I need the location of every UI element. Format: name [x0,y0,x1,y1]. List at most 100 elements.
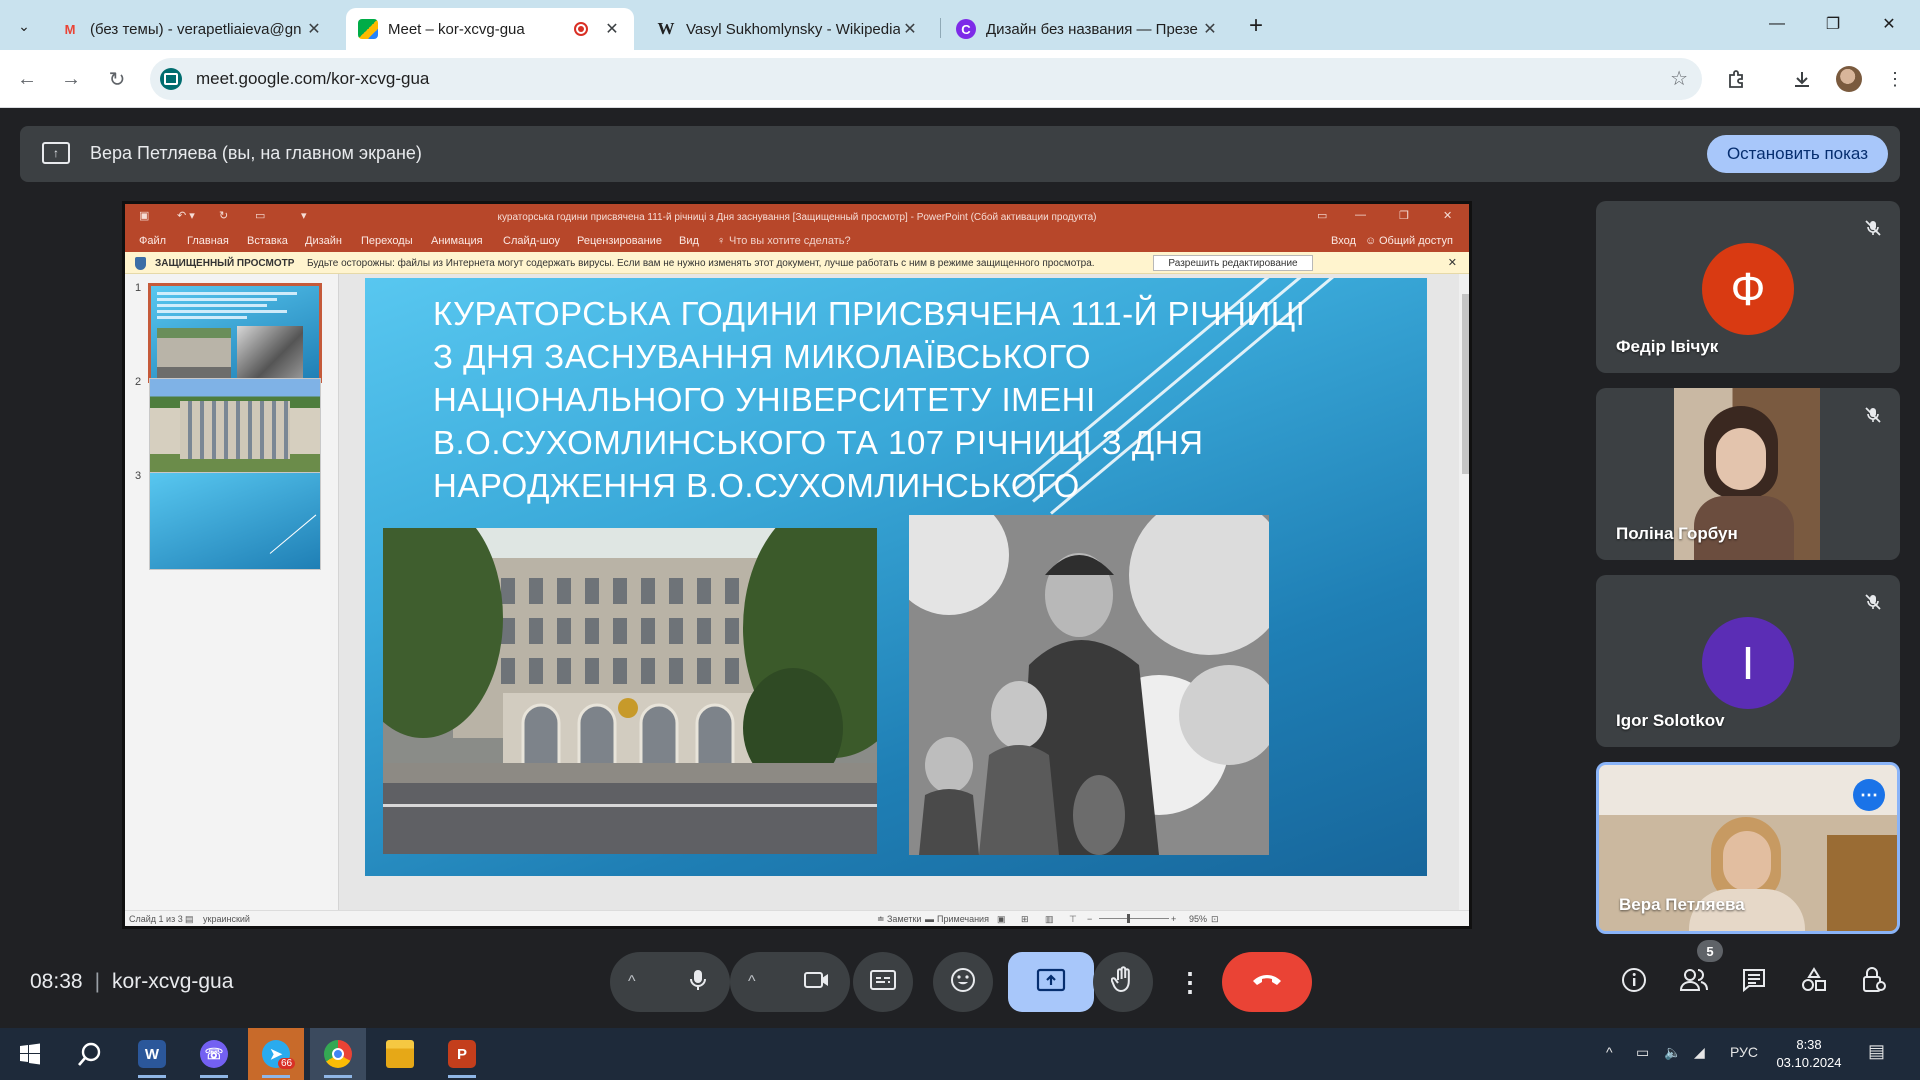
input-language[interactable]: РУС [1730,1044,1758,1060]
show-hidden-icons-chevron-icon[interactable]: ^ [1606,1044,1613,1060]
reactions-button[interactable] [933,952,993,1012]
battery-icon[interactable]: ▭ [1636,1044,1649,1061]
folder-icon [386,1040,414,1068]
ppt-window-title: кураторська години присвячена 111-й річн… [497,212,1097,223]
info-separator: | [94,970,101,993]
present-now-button[interactable] [1008,952,1094,1012]
ppt-title-bar: ▣ ↶ ▾ ↻ ▭ ▾ кураторська години присвячен… [125,204,1469,230]
notifications-icon[interactable]: ▤ [1868,1041,1885,1062]
thumb-title-lines [157,292,297,322]
taskbar-date: 03.10.2024 [1776,1055,1842,1070]
zoom-slider-thumb [1127,914,1130,923]
spellcheck-icon: ▤ [185,914,194,924]
downloads-icon[interactable] [1787,64,1817,94]
zoom-level: 95% [1189,914,1208,924]
present-screen-icon [1036,968,1066,997]
tab-meet[interactable]: Meet – kor-xcvg-gua ✕ [346,8,634,50]
wifi-icon[interactable]: ◢ [1694,1044,1705,1061]
chat-button[interactable] [1732,960,1776,1004]
site-info-icon[interactable] [160,68,182,90]
taskbar-clock[interactable]: 8:38 03.10.2024 [1774,1036,1844,1072]
url-text[interactable]: meet.google.com/kor-xcvg-gua [196,69,429,89]
share-link: Общий доступ [1379,235,1453,247]
slide-title: Кураторська години присвячена 111-й річн… [433,295,1306,504]
people-button[interactable] [1672,960,1716,1004]
search-button[interactable] [62,1028,118,1080]
profile-avatar[interactable] [1836,66,1862,92]
activities-button[interactable] [1792,960,1836,1004]
thumb-line [269,514,317,554]
viber-icon: ☏ [200,1040,228,1068]
camera-icon[interactable] [804,970,830,995]
taskbar-powerpoint[interactable]: P [434,1028,490,1080]
share-person-icon: ☺ [1365,235,1377,247]
captions-button[interactable] [853,952,913,1012]
browser-tab-strip: ⌄ M (без темы) - verapetliaieva@gn ✕ Mee… [0,0,1920,50]
taskbar-chrome[interactable] [310,1028,366,1080]
minimize-icon[interactable]: — [1754,8,1800,40]
extensions-icon[interactable] [1722,64,1752,94]
audio-options-caret-icon[interactable]: ^ [628,973,636,991]
taskbar-telegram[interactable]: ➤ 66 [248,1028,304,1080]
gmail-icon: M [64,21,76,37]
more-options-button[interactable]: ⋮ [1172,952,1208,1012]
vertical-dots-icon: ⋮ [1177,966,1203,997]
forward-arrow-icon[interactable]: → [56,64,86,94]
close-tab-icon[interactable]: ✕ [1200,19,1220,39]
reload-icon[interactable]: ↻ [102,64,132,94]
windows-logo-icon [20,1043,40,1065]
close-tab-icon[interactable]: ✕ [602,19,622,39]
sign-in-link: Вход [1331,235,1356,247]
stop-presenting-button[interactable]: Остановить показ [1706,135,1888,173]
camera-control[interactable]: ^ [730,952,850,1012]
zoom-slider [1099,918,1169,919]
taskbar-explorer[interactable] [372,1028,428,1080]
participant-tile[interactable]: I Igor Solotkov [1596,575,1900,747]
participant-tile-self[interactable]: ⋯ Вера Петляева [1596,762,1900,934]
activities-shapes-icon [1801,966,1827,998]
leave-call-button[interactable] [1222,952,1312,1012]
ribbon-tab: Файл [139,235,167,247]
taskbar-viber[interactable]: ☏ [186,1028,242,1080]
back-arrow-icon[interactable]: ← [12,64,42,94]
raise-hand-button[interactable] [1093,952,1153,1012]
bookmark-star-icon[interactable]: ☆ [1670,66,1688,91]
mic-off-icon [1860,402,1886,428]
meeting-details-button[interactable] [1612,960,1656,1004]
tab-search-dropdown-icon[interactable]: ⌄ [10,12,38,40]
powerpoint-icon: P [448,1040,476,1068]
ribbon-tab: Дизайн [305,235,342,247]
close-tab-icon[interactable]: ✕ [304,19,324,39]
browser-toolbar: ← → ↻ meet.google.com/kor-xcvg-gua ☆ ⋮ [0,50,1920,108]
chrome-menu-icon[interactable]: ⋮ [1880,64,1910,94]
lock-person-icon [1861,966,1887,999]
close-window-icon[interactable]: ✕ [1866,8,1912,40]
enable-editing-button: Разрешить редактирование [1153,255,1313,271]
ribbon-tab: Рецензирование [577,235,662,247]
video-options-caret-icon[interactable]: ^ [748,973,756,991]
close-tab-icon[interactable]: ✕ [900,19,920,39]
meeting-time: 08:38 [30,970,83,993]
emoji-icon [950,967,976,998]
volume-icon[interactable]: 🔈 [1664,1044,1681,1061]
closed-captions-icon [870,969,896,995]
thumb-number: 2 [135,376,142,388]
microphone-control[interactable]: ^ [610,952,730,1012]
more-options-icon[interactable]: ⋯ [1853,779,1885,811]
start-button[interactable] [2,1028,58,1080]
slide-thumbnail-3 [149,472,321,570]
new-tab-plus-icon[interactable]: + [1242,12,1270,40]
restore-icon[interactable]: ❐ [1810,8,1856,40]
taskbar-word[interactable]: W [124,1028,180,1080]
tab-gmail[interactable]: M (без темы) - verapetliaieva@gn ✕ [48,8,336,50]
address-bar[interactable]: meet.google.com/kor-xcvg-gua ☆ [150,58,1702,100]
taskbar-time: 8:38 [1796,1037,1822,1052]
tab-wikipedia[interactable]: W Vasyl Sukhomlynsky - Wikipedia ✕ [644,8,932,50]
participant-tile[interactable]: Поліна Горбун [1596,388,1900,560]
microphone-icon[interactable] [686,968,710,997]
tab-canva[interactable]: C Дизайн без названия — Презе ✕ [944,8,1232,50]
host-controls-button[interactable] [1852,960,1896,1004]
fit-to-window-icon: ⊡ [1211,914,1219,924]
protected-view-message: Будьте осторожны: файлы из Интернета мог… [307,258,1095,269]
participant-tile[interactable]: Ф Федір Івічук [1596,201,1900,373]
